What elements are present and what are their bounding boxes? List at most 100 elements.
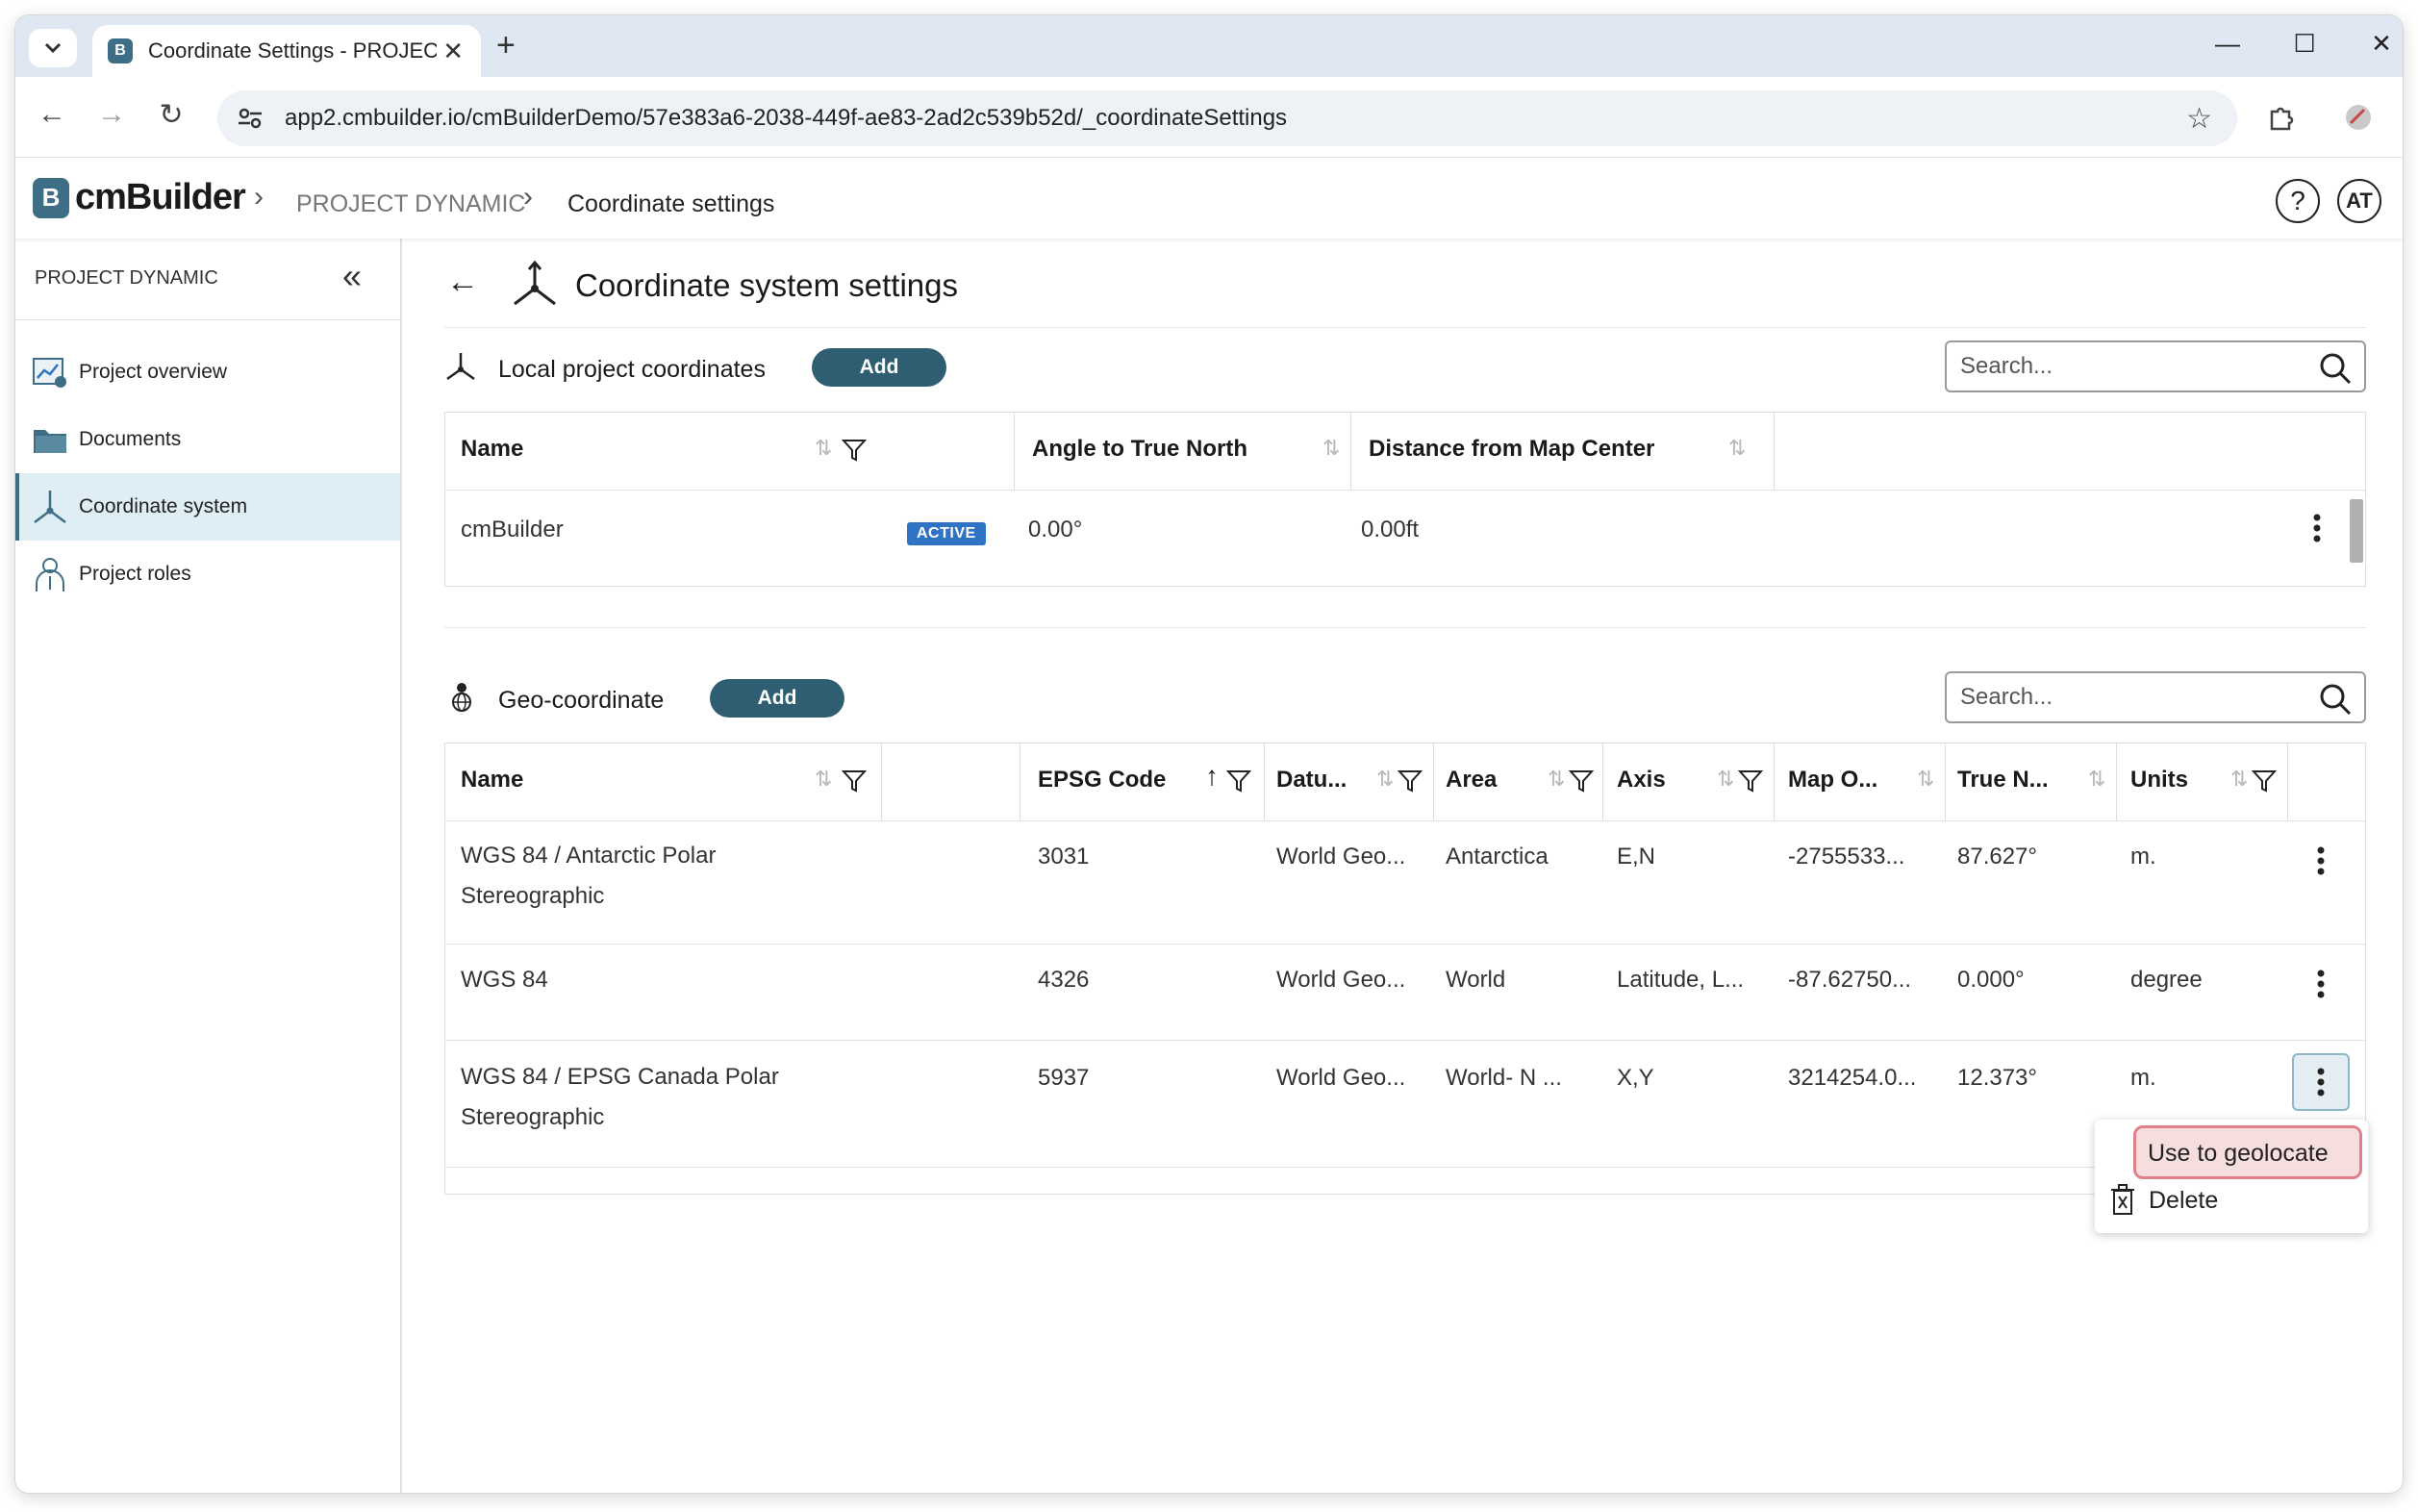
column-divider [1014,413,1015,490]
close-window-icon[interactable]: ✕ [2362,29,2401,59]
sort-icon[interactable]: ⇅ [1728,436,1746,461]
geo-search-input[interactable] [1960,684,2306,711]
sort-icon[interactable]: ⇅ [2230,767,2248,792]
filter-icon[interactable] [1398,769,1423,794]
sort-icon[interactable]: ⇅ [815,767,832,792]
sidebar-item-project-roles[interactable]: Project roles [15,541,400,608]
cell-true-north: 87.627° [1957,844,2038,869]
cell-epsg: 5937 [1038,1065,1090,1091]
sort-icon[interactable]: ⇅ [815,436,832,461]
sort-icon[interactable]: ⇅ [1917,767,1934,792]
add-geo-coordinate-button[interactable]: Add [710,679,844,718]
project-overview-icon [31,353,69,391]
column-divider [1602,743,1603,820]
row-actions-button[interactable] [2292,955,2350,1013]
sidebar-item-label: Coordinate system [79,495,248,517]
cell-map-origin: 3214254.0... [1788,1065,1917,1091]
column-header-epsg[interactable]: EPSG Code [1038,767,1166,794]
cell-datum: World Geo... [1276,1065,1406,1091]
column-header-area[interactable]: Area [1446,767,1497,794]
row-context-menu: Use to geolocate Delete [2095,1120,2368,1233]
cell-area: Antarctica [1446,844,1549,869]
cell-epsg: 3031 [1038,844,1090,869]
sort-icon[interactable]: ⇅ [1548,767,1565,792]
row-actions-button[interactable] [2292,1053,2350,1111]
cell-name: WGS 84 / Antarctic Polar Stereographic [461,843,717,909]
tab-search-button[interactable] [29,29,77,67]
sort-icon[interactable]: ⇅ [1322,436,1340,461]
cell-units: m. [2130,1065,2156,1091]
sidebar-item-project-overview[interactable]: Project overview [15,339,400,406]
coordinate-axes-icon [31,488,69,526]
search-icon[interactable] [2318,351,2353,386]
filter-icon[interactable] [1569,769,1594,794]
cell-axis: Latitude, L... [1617,967,1745,993]
kebab-menu-icon [2317,1068,2325,1096]
sort-icon[interactable]: ⇅ [1717,767,1734,792]
column-header-datum[interactable]: Datu... [1276,767,1347,794]
profile-icon[interactable] [2343,102,2374,133]
sort-icon[interactable]: ⇅ [2088,767,2105,792]
column-header-true-north[interactable]: True N... [1957,767,2049,794]
column-header-map-origin[interactable]: Map O... [1788,767,1877,794]
user-roles-icon [31,555,69,593]
cell-units: m. [2130,844,2156,869]
chevron-right-icon: › [523,181,533,213]
new-tab-icon[interactable]: + [496,27,516,63]
cell-angle: 0.00° [1028,517,1083,542]
user-avatar[interactable]: AT [2337,179,2381,223]
cell-name: cmBuilder [461,517,564,542]
breadcrumb-project[interactable]: PROJECT DYNAMIC [296,190,525,218]
menu-item-delete[interactable]: Delete [2149,1187,2218,1215]
column-header-distance[interactable]: Distance from Map Center [1369,436,1654,463]
sidebar-item-documents[interactable]: Documents [15,406,400,473]
local-coordinates-table: Name ⇅ Angle to True North ⇅ Distance fr… [444,412,2366,587]
back-icon[interactable]: ← [33,98,71,131]
local-search-input[interactable] [1960,353,2306,380]
add-local-coordinate-button[interactable]: Add [812,348,946,387]
minimize-icon[interactable]: — [2208,29,2247,59]
filter-icon[interactable] [1226,769,1251,794]
coordinate-axes-icon [514,260,556,306]
help-button[interactable]: ? [2276,179,2320,223]
collapse-sidebar-icon[interactable]: « [342,256,362,296]
extensions-icon[interactable] [2266,102,2297,133]
filter-icon[interactable] [842,769,867,794]
table-scrollbar[interactable] [2350,499,2363,563]
column-header-angle[interactable]: Angle to True North [1032,436,1247,463]
filter-icon[interactable] [1738,769,1763,794]
browser-tab[interactable]: B Coordinate Settings - PROJECT ✕ [92,25,481,77]
cmbuilder-logo[interactable]: B cmBuilder [33,177,246,218]
sidebar-item-label: Project roles [79,563,191,585]
back-arrow-icon[interactable]: ← [446,264,479,301]
filter-icon[interactable] [2252,769,2277,794]
column-header-axis[interactable]: Axis [1617,767,1666,794]
sidebar-item-coordinate-system[interactable]: Coordinate system [15,473,400,541]
sort-icon[interactable]: ⇅ [1376,767,1394,792]
breadcrumb-current: Coordinate settings [567,190,775,217]
column-header-name[interactable]: Name [461,767,523,794]
reload-icon[interactable]: ↻ [152,98,190,132]
site-info-icon[interactable] [231,99,269,138]
column-header-units[interactable]: Units [2130,767,2188,794]
app-header: B cmBuilder › PROJECT DYNAMIC › Coordina… [15,158,2403,239]
maximize-icon[interactable]: ☐ [2285,29,2324,59]
page-title: Coordinate system settings [575,267,959,303]
close-tab-icon[interactable]: ✕ [442,37,464,66]
browser-titlebar: B Coordinate Settings - PROJECT ✕ + — ☐ … [15,15,2403,77]
cell-true-north: 0.000° [1957,967,2025,993]
kebab-menu-icon [2317,846,2325,875]
forward-icon[interactable]: → [92,98,131,131]
menu-item-use-to-geolocate[interactable]: Use to geolocate [2133,1125,2362,1179]
search-icon[interactable] [2318,682,2353,717]
cell-name: WGS 84 / EPSG Canada Polar Stereographic [461,1064,779,1130]
row-actions-button[interactable] [2292,832,2350,890]
sort-ascending-icon[interactable]: ↑ [1205,761,1219,792]
row-actions-button[interactable] [2288,499,2346,557]
bookmark-star-icon[interactable]: ☆ [2186,102,2212,136]
address-bar[interactable]: app2.cmbuilder.io/cmBuilderDemo/57e383a6… [217,90,2237,146]
filter-icon[interactable] [842,438,867,463]
column-header-name[interactable]: Name [461,436,523,463]
folder-icon [31,420,69,459]
column-divider [1945,743,1946,820]
